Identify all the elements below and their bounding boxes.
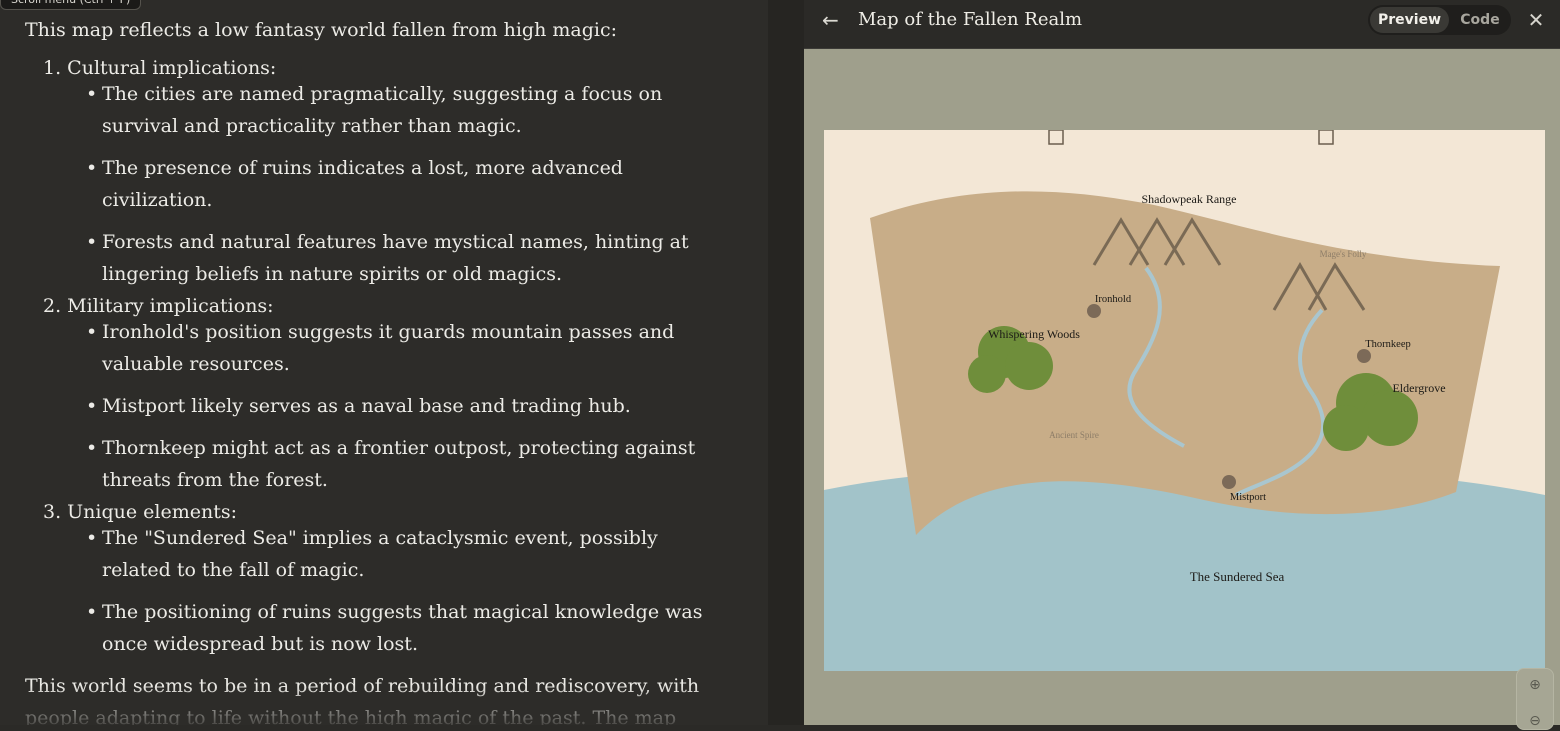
list-item: The presence of ruins indicates a lost, …	[86, 152, 715, 216]
view-toggle: Preview Code	[1368, 5, 1511, 35]
section-unique: 3. Unique elements: The "Sundered Sea" i…	[43, 496, 715, 660]
bottom-fade	[0, 685, 768, 725]
bullet-list: Ironhold's position suggests it guards m…	[43, 316, 715, 496]
chat-intro: This map reflects a low fantasy world fa…	[25, 19, 617, 41]
chat-message: This map reflects a low fantasy world fa…	[25, 14, 715, 725]
tooltip: Scroll menu (Ctrl + F)	[0, 0, 142, 10]
list-item: Forests and natural features have mystic…	[86, 226, 715, 290]
preview-tab[interactable]: Preview	[1370, 7, 1449, 33]
label-ironhold: Ironhold	[1095, 294, 1132, 305]
artifact-pane: ← Map of the Fallen Realm Preview Code ✕	[804, 0, 1560, 730]
label-range: Shadowpeak Range	[1142, 192, 1237, 206]
fantasy-map: Shadowpeak Range Mage's Folly Ironhold W…	[824, 130, 1545, 671]
label-ancient-spire: Ancient Spire	[1049, 430, 1099, 440]
bullet-list: The cities are named pragmatically, sugg…	[43, 78, 715, 290]
zoom-controls: ⊕ ⊖	[1516, 668, 1554, 730]
bullet-list: The "Sundered Sea" implies a cataclysmic…	[43, 522, 715, 660]
artifact-title: Map of the Fallen Realm	[858, 9, 1083, 30]
chat-pane[interactable]: This map reflects a low fantasy world fa…	[0, 0, 768, 725]
section-military: 2. Military implications: Ironhold's pos…	[43, 290, 715, 496]
label-eldergrove: Eldergrove	[1392, 381, 1445, 395]
list-item: Ironhold's position suggests it guards m…	[86, 316, 715, 380]
zoom-in-icon[interactable]: ⊕	[1525, 675, 1545, 695]
label-sea: The Sundered Sea	[1190, 569, 1285, 584]
list-item: Mistport likely serves as a naval base a…	[86, 390, 715, 422]
list-item: The positioning of ruins suggests that m…	[86, 596, 715, 660]
label-whispering-woods: Whispering Woods	[988, 327, 1080, 341]
code-tab[interactable]: Code	[1451, 7, 1509, 33]
list-item: The "Sundered Sea" implies a cataclysmic…	[86, 522, 715, 586]
zoom-out-icon[interactable]: ⊖	[1525, 711, 1545, 731]
label-mistport: Mistport	[1230, 492, 1266, 503]
city-marker-ironhold	[1087, 304, 1101, 318]
section-cultural: 1. Cultural implications: The cities are…	[43, 52, 715, 290]
city-marker-thornkeep	[1357, 349, 1371, 363]
artifact-header: ← Map of the Fallen Realm Preview Code ✕	[804, 0, 1560, 49]
chat-scrollbar[interactable]	[768, 0, 804, 725]
label-thornkeep: Thornkeep	[1365, 339, 1410, 350]
list-item: Thornkeep might act as a frontier outpos…	[86, 432, 715, 496]
list-item: The cities are named pragmatically, sugg…	[86, 78, 715, 142]
label-mages-folly: Mage's Folly	[1320, 249, 1367, 259]
close-icon[interactable]: ✕	[1524, 6, 1548, 34]
city-marker-mistport	[1222, 475, 1236, 489]
back-arrow-icon[interactable]: ←	[822, 8, 846, 32]
